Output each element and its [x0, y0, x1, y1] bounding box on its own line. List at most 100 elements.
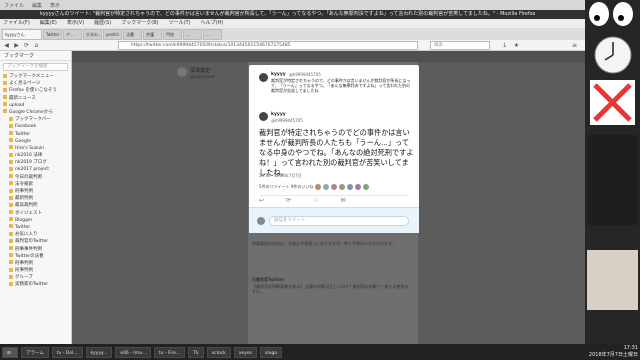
- hamburger-menu-icon[interactable]: ≡: [570, 41, 579, 50]
- xeyes-right-eye: [613, 2, 633, 26]
- bookmark-item[interactable]: ブックマークバー: [0, 116, 71, 123]
- menu-file[interactable]: ファイル(F): [3, 19, 30, 28]
- liker-avatar[interactable]: [331, 184, 338, 190]
- menu-edit[interactable]: 編集(E): [40, 19, 57, 28]
- bookmark-item[interactable]: 刑事判例: [0, 260, 71, 267]
- bookmark-item[interactable]: よく見るページ: [0, 80, 71, 87]
- bookmark-item[interactable]: 法令検索: [0, 181, 71, 188]
- bookmark-item[interactable]: upload: [0, 102, 71, 109]
- tab[interactable]: yoshili: [103, 29, 122, 40]
- bookmark-item[interactable]: ブックマークメニュー: [0, 73, 71, 80]
- download-icon[interactable]: ↓: [500, 41, 509, 50]
- author-avatar[interactable]: [259, 73, 268, 82]
- menu-history[interactable]: 履歴(S): [94, 19, 111, 28]
- liker-avatar[interactable]: [355, 184, 362, 190]
- bookmark-label: Facebook: [15, 124, 37, 130]
- bookmark-item[interactable]: 最新ニュース: [0, 95, 71, 102]
- menu-bookmarks[interactable]: ブックマーク(B): [121, 19, 158, 28]
- bookmark-item[interactable]: nk2019 ブログ: [0, 159, 71, 166]
- bookmark-item[interactable]: 最新判例: [0, 195, 71, 202]
- bookmarks-icon[interactable]: ★: [512, 41, 521, 50]
- tab[interactable]: 法曹: [123, 29, 142, 40]
- bookmark-search-input[interactable]: ブックマークを検索: [3, 63, 68, 71]
- top-file[interactable]: ファイル: [4, 2, 24, 9]
- menu-view[interactable]: 表示(V): [67, 19, 84, 28]
- back-icon[interactable]: ◀: [2, 41, 11, 50]
- bookmark-item[interactable]: 刑事事件判例: [0, 246, 71, 253]
- retweeter-handle[interactable]: @k9999445705: [271, 118, 413, 123]
- bookmark-item[interactable]: お気に入り: [0, 231, 71, 238]
- search-input[interactable]: 検索: [430, 41, 490, 50]
- liker-avatar[interactable]: [315, 184, 322, 190]
- bookmark-icon: [9, 238, 13, 243]
- start-menu-icon[interactable]: ⊞: [2, 346, 18, 358]
- tab[interactable]: ...: [183, 29, 202, 40]
- tweet-actions: ↩ ⟳ ♡ ✉: [259, 195, 409, 204]
- taskbar-item[interactable]: e66 - Ima...: [115, 346, 152, 358]
- bookmark-icon: [9, 224, 13, 229]
- forward-icon[interactable]: ▶: [12, 41, 21, 50]
- retweet-icon[interactable]: ⟳: [286, 197, 291, 204]
- reload-icon[interactable]: ⟳: [22, 41, 31, 50]
- bookmark-item[interactable]: nk2017 project: [0, 166, 71, 173]
- bookmark-item[interactable]: グループ: [0, 274, 71, 281]
- like-icon[interactable]: ♡: [313, 197, 318, 204]
- profile-avatar[interactable]: [177, 67, 187, 77]
- liker-avatar[interactable]: [339, 184, 346, 190]
- bookmark-item[interactable]: ダイジェスト: [0, 210, 71, 217]
- message-icon[interactable]: ✉: [340, 197, 345, 204]
- bookmark-item[interactable]: Google Chromeから: [0, 109, 71, 116]
- taskbar-item[interactable]: kyyyy...: [85, 346, 113, 358]
- terminal-window: [587, 135, 638, 225]
- liker-avatar[interactable]: [363, 184, 370, 190]
- bookmark-item[interactable]: 刑事判例: [0, 188, 71, 195]
- taskbar-item[interactable]: アラーム: [21, 346, 49, 358]
- tab[interactable]: 大半の...: [83, 29, 102, 40]
- reply-input[interactable]: 返信をツイート: [269, 216, 409, 226]
- bookmark-icon: [9, 217, 13, 222]
- bookmark-label: upload: [9, 102, 25, 108]
- home-icon[interactable]: ⌂: [32, 41, 41, 50]
- bookmark-item[interactable]: 今日の裁判例: [0, 174, 71, 181]
- liker-avatar[interactable]: [323, 184, 330, 190]
- tab[interactable]: Twitter: [43, 29, 62, 40]
- bookmark-item[interactable]: 裁判官のTwitter: [0, 238, 71, 245]
- bookmark-item[interactable]: Hiro's Suzuki: [0, 145, 71, 152]
- bookmark-item[interactable]: Blogger: [0, 217, 71, 224]
- bookmark-item[interactable]: Twitter: [0, 224, 71, 231]
- taskbar-item[interactable]: xclock: [206, 346, 231, 358]
- top-edit[interactable]: 編集: [32, 2, 42, 9]
- taskbar-clock[interactable]: 17:31 2018年7月7日土曜日: [589, 345, 638, 359]
- taskbar-item[interactable]: tv - Dol...: [51, 346, 83, 358]
- tab[interactable]: ア...: [63, 29, 82, 40]
- bookmark-icon: [9, 281, 13, 286]
- retweeter-avatar[interactable]: [259, 112, 268, 121]
- tab-active[interactable]: kyyyyさん: [2, 29, 42, 40]
- taskbar-item[interactable]: Tk: [188, 346, 204, 358]
- bookmark-item[interactable]: 最高裁判所: [0, 202, 71, 209]
- taskbar-item[interactable]: xlogo: [259, 346, 283, 358]
- bookmark-item[interactable]: Twitter: [0, 131, 71, 138]
- bookmark-item[interactable]: Google: [0, 138, 71, 145]
- bookmark-item[interactable]: nk2016 法律: [0, 152, 71, 159]
- menu-help[interactable]: ヘルプ(H): [201, 19, 224, 28]
- bookmark-item[interactable]: 民事判例: [0, 267, 71, 274]
- bookmark-item[interactable]: Facebook: [0, 123, 71, 130]
- retweeter-name[interactable]: kyyyy: [271, 112, 413, 117]
- tab[interactable]: 門池: [163, 29, 182, 40]
- engagement-counts[interactable]: 5件のリツイート 9件のいいね: [259, 184, 313, 190]
- bookmark-item[interactable]: Firefox を使いこなそう: [0, 87, 71, 94]
- author-handle[interactable]: @k9999445705: [289, 72, 413, 77]
- bookmark-item[interactable]: Twitterの法曹: [0, 253, 71, 260]
- tab[interactable]: ...: [203, 29, 222, 40]
- top-view[interactable]: 表示: [50, 2, 60, 9]
- taskbar-item[interactable]: tv - Fire...: [154, 346, 186, 358]
- url-bar[interactable]: https://twitter.com/k9999445705ll9/statu…: [118, 41, 418, 50]
- liker-avatar[interactable]: [347, 184, 354, 190]
- bg-tweet-text-2: 【裁判官の判断基準を探る】 法曹の判断は正しいのか? 裁判官の判断と一般人の感覚…: [252, 284, 409, 294]
- taskbar-item[interactable]: xeyes: [233, 346, 257, 358]
- reply-icon[interactable]: ↩: [259, 197, 264, 204]
- tab[interactable]: 弁護: [143, 29, 162, 40]
- menu-tools[interactable]: ツール(T): [169, 19, 191, 28]
- bookmark-item[interactable]: 実務家のTwitter: [0, 281, 71, 288]
